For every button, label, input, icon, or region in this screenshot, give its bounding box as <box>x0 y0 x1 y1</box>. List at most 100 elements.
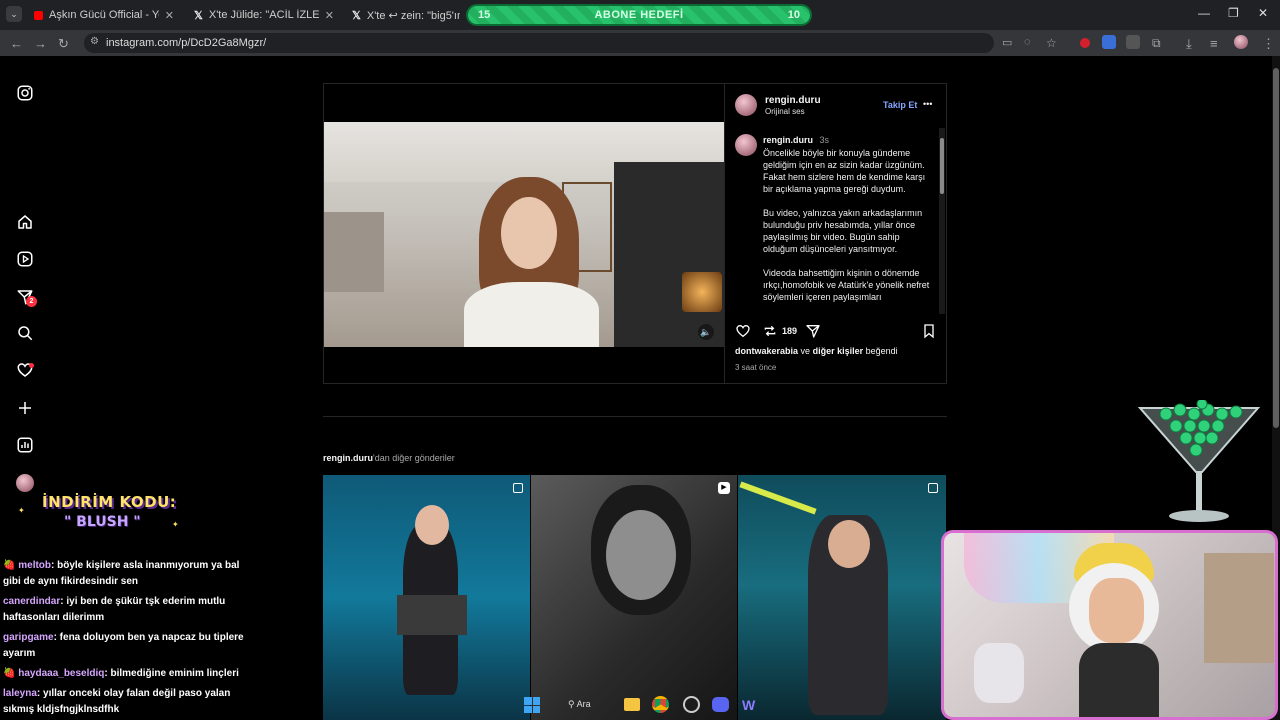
post-video[interactable]: 🔈 <box>324 122 724 347</box>
profile-avatar[interactable] <box>1234 35 1248 49</box>
bookmark-star-icon[interactable]: ☆ <box>1046 36 1057 50</box>
back-icon[interactable]: ← <box>10 36 23 51</box>
taskbar-search-label: Ara <box>576 699 591 709</box>
reading-list-icon[interactable]: ≡ <box>1210 36 1218 51</box>
caption-paragraph: Öncelikle böyle bir konuyla gündeme geld… <box>763 148 926 194</box>
windows-start-icon[interactable] <box>524 697 540 713</box>
app-w-icon[interactable]: W <box>742 697 755 713</box>
post-side-panel: rengin.duru Orijinal ses Takip Et ••• re… <box>724 84 946 383</box>
close-tab-icon[interactable]: ✕ <box>165 9 174 22</box>
dashboard-icon[interactable] <box>16 436 34 454</box>
x-logo-icon: 𝕏 <box>352 9 361 22</box>
share-send-icon[interactable] <box>805 323 821 339</box>
browser-tab-bar: ⌄ Aşkın Gücü Official - YouTube ✕ 𝕏 X'te… <box>0 0 1280 30</box>
post-caption: Öncelikle böyle bir konuyla gündeme geld… <box>763 147 935 313</box>
carousel-icon <box>928 483 938 493</box>
discord-icon[interactable] <box>712 697 729 712</box>
goal-title: ABONE HEDEFİ <box>594 9 684 21</box>
close-window-icon[interactable]: ✕ <box>1258 6 1268 20</box>
browser-tab[interactable]: 𝕏 X'te ↩ zein: "big5'ın kaçıncı <box>344 4 468 26</box>
chat-message: 🍓 meltob: böyle kişilere asla inanmıyoru… <box>3 560 240 587</box>
url-text: instagram.com/p/DcD2Ga8Mgzr/ <box>106 37 267 49</box>
more-posts-heading: rengin.duru'dan diğer gönderiler <box>323 453 455 463</box>
more-posts-user[interactable]: rengin.duru <box>323 453 373 463</box>
extension-blue-icon[interactable] <box>1102 35 1116 49</box>
caption-username[interactable]: rengin.duru <box>763 135 813 145</box>
cast-icon[interactable]: ▭ <box>1002 36 1012 49</box>
liked-by-text: dontwakerabia ve diğer kişiler beğendi <box>735 346 898 356</box>
address-bar[interactable]: ⚙ instagram.com/p/DcD2Ga8Mgzr/ <box>84 33 994 53</box>
sparkle-icon: ✦ <box>172 520 179 529</box>
tab-title: X'te Jülide: "ACİL İZLEMENİZ G <box>208 9 319 21</box>
extension-red-icon[interactable] <box>1080 38 1090 48</box>
youtube-icon <box>34 10 44 20</box>
chat-text: : bilmediğine eminim linçleri <box>104 668 239 679</box>
browser-toolbar: ← → ↻ ⚙ instagram.com/p/DcD2Ga8Mgzr/ ▭ ◌… <box>0 30 1280 56</box>
post-timestamp[interactable]: 3 saat önce <box>735 363 776 372</box>
restore-icon[interactable]: ❐ <box>1228 6 1239 20</box>
chat-username: garipgame <box>3 632 54 643</box>
like-heart-icon[interactable] <box>735 323 751 339</box>
caption-scrollbar[interactable] <box>939 128 945 314</box>
more-options-icon[interactable]: ••• <box>923 99 932 109</box>
chat-username: canerdindar <box>3 596 61 607</box>
tab-list-button[interactable]: ⌄ <box>6 6 22 22</box>
browser-tab[interactable]: Aşkın Gücü Official - YouTube ✕ <box>26 4 182 26</box>
taskbar-search[interactable]: ⚲ Ara <box>558 695 610 715</box>
chat-message: laleyna: yıllar onceki olay falan değil … <box>3 686 253 718</box>
chat-message: canerdindar: iyi ben de şükür tşk ederim… <box>3 594 253 626</box>
post-media[interactable]: 🔈 <box>324 84 724 383</box>
app-icon[interactable] <box>683 696 700 713</box>
section-divider <box>323 416 947 417</box>
chat-username: meltob <box>18 560 52 571</box>
post-thumbnail[interactable]: ▶ <box>531 475 737 720</box>
goal-right-value: 10 <box>787 9 800 21</box>
discount-code-title: İNDİRİM KODU: <box>42 493 177 511</box>
caption-time: 3s <box>819 135 830 145</box>
site-info-icon[interactable]: ⚙ <box>90 36 99 47</box>
caption-paragraph: Bu video, yalnızca yakın arkadaşlarımın … <box>763 208 923 254</box>
post-thumbnail[interactable] <box>323 475 530 720</box>
file-explorer-icon[interactable] <box>624 698 640 711</box>
liked-by-connector: ve <box>800 346 811 356</box>
notification-dot <box>29 363 34 368</box>
liked-by-user[interactable]: dontwakerabia <box>735 346 798 356</box>
comment-author-avatar[interactable] <box>735 134 757 156</box>
liked-by-others[interactable]: diğer kişiler <box>813 346 864 356</box>
messages-badge: 2 <box>26 296 37 307</box>
audio-label[interactable]: Orijinal ses <box>765 107 805 116</box>
extensions-puzzle-icon[interactable]: ⧉ <box>1152 36 1161 51</box>
carousel-icon <box>513 483 523 493</box>
home-icon[interactable] <box>16 213 34 231</box>
create-plus-icon[interactable] <box>16 399 34 417</box>
profile-avatar[interactable] <box>16 474 34 492</box>
close-tab-icon[interactable]: ✕ <box>325 9 334 22</box>
chat-username: laleyna <box>3 688 37 699</box>
minimize-icon[interactable]: — <box>1198 6 1210 20</box>
download-icon[interactable]: ⤓ <box>1186 36 1192 52</box>
chrome-icon[interactable] <box>652 696 669 713</box>
eye-off-icon[interactable]: ◌ <box>1024 36 1031 48</box>
streamer-webcam <box>941 530 1278 720</box>
browser-menu-icon[interactable]: ⋮ <box>1262 36 1275 52</box>
browser-tab[interactable]: 𝕏 X'te Jülide: "ACİL İZLEMENİZ G ✕ <box>186 4 342 26</box>
discount-code-value: " BLUSH " <box>64 514 141 530</box>
reload-icon[interactable]: ↻ <box>58 36 69 52</box>
chat-message: garipgame: fena doluyom ben ya napcaz bu… <box>3 630 253 662</box>
instagram-logo-icon[interactable] <box>16 84 34 102</box>
mute-icon[interactable]: 🔈 <box>698 324 714 340</box>
post-thumbnail[interactable] <box>738 475 946 720</box>
tab-title: X'te ↩ zein: "big5'ın kaçıncı <box>366 9 460 22</box>
search-icon[interactable] <box>16 324 34 342</box>
x-logo-icon: 𝕏 <box>194 9 203 22</box>
forward-icon[interactable]: → <box>34 36 47 51</box>
reels-icon[interactable] <box>16 250 34 268</box>
repost-icon[interactable] <box>762 323 778 339</box>
extension-dark-icon[interactable] <box>1126 35 1140 49</box>
chat-message: 🍓 haydaaa_beseldiq: bilmediğine eminim l… <box>3 668 239 679</box>
save-bookmark-icon[interactable] <box>921 323 937 339</box>
follow-button[interactable]: Takip Et <box>883 100 917 110</box>
chat-text: : yıllar onceki olay falan değil paso ya… <box>3 688 231 715</box>
author-avatar[interactable] <box>735 94 757 116</box>
author-username[interactable]: rengin.duru <box>765 95 821 106</box>
